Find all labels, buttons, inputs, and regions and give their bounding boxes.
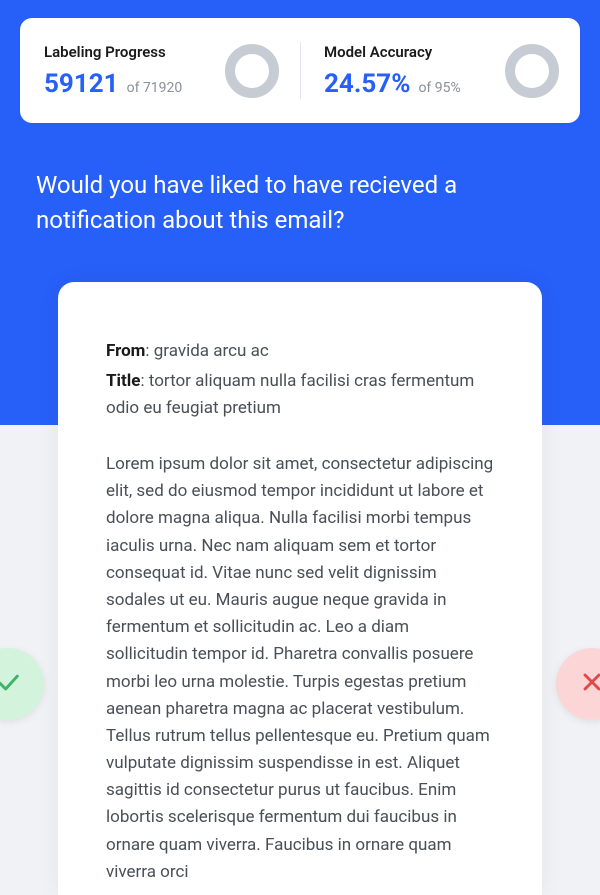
email-from-label: From: [106, 341, 145, 361]
stat-progress-value: 59121: [44, 69, 119, 99]
stats-card: Labeling Progress 59121 of 71920 Model A…: [20, 18, 580, 123]
stat-progress: Labeling Progress 59121 of 71920: [20, 18, 300, 123]
stat-accuracy-label: Model Accuracy: [324, 43, 496, 61]
close-icon: [578, 668, 600, 700]
email-body: Lorem ipsum dolor sit amet, consectetur …: [106, 451, 494, 886]
email-card: From: gravida arcu ac Title: tortor aliq…: [58, 282, 542, 895]
email-title-value: : tortor aliquam nulla facilisi cras fer…: [106, 371, 474, 417]
check-icon: [0, 668, 22, 700]
stat-accuracy: Model Accuracy 24.57% of 95%: [300, 18, 580, 123]
email-title: Title: tortor aliquam nulla facilisi cra…: [106, 368, 494, 421]
email-from-value: : gravida arcu ac: [145, 341, 268, 361]
stat-accuracy-of: of 95%: [418, 80, 460, 96]
accuracy-ring-icon: [504, 43, 560, 99]
question-text: Would you have liked to have recieved a …: [36, 168, 564, 238]
no-button[interactable]: [556, 648, 600, 720]
progress-ring-icon: [224, 43, 280, 99]
stat-progress-label: Labeling Progress: [44, 43, 216, 61]
stat-progress-of: of 71920: [127, 80, 183, 96]
email-title-label: Title: [106, 371, 140, 391]
email-from: From: gravida arcu ac: [106, 338, 494, 364]
yes-button[interactable]: [0, 648, 44, 720]
stat-accuracy-value: 24.57%: [324, 69, 410, 99]
